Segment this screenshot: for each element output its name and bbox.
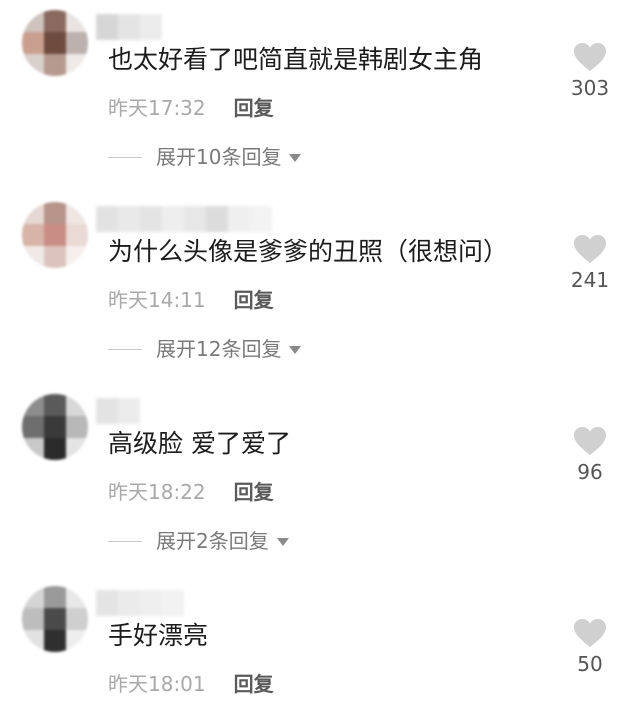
username-blurred[interactable] (96, 206, 272, 232)
like-count: 303 (570, 76, 610, 100)
expand-replies-label: 展开2条回复 (156, 529, 269, 553)
like-button[interactable]: 50 (565, 618, 615, 676)
avatar[interactable] (22, 586, 88, 652)
like-count: 96 (577, 460, 603, 484)
reply-button[interactable]: 回复 (234, 288, 274, 312)
username-blurred[interactable] (96, 398, 140, 424)
comment-text: 高级脸 爱了爱了 (108, 429, 291, 458)
reply-button[interactable]: 回复 (234, 480, 274, 504)
like-button[interactable]: 241 (565, 234, 615, 292)
username-blurred[interactable] (96, 590, 184, 616)
comment-meta: 昨天17:32 回复 (108, 95, 274, 121)
comment-time: 昨天17:32 (108, 96, 206, 120)
comment-meta: 昨天18:22 回复 (108, 479, 274, 505)
like-count: 50 (577, 652, 603, 676)
avatar[interactable] (22, 202, 88, 268)
divider-line (108, 348, 142, 350)
chevron-down-icon (289, 154, 302, 162)
comment-time: 昨天14:11 (108, 288, 206, 312)
comment-time: 昨天18:01 (108, 672, 206, 696)
comment-meta: 昨天18:01 回复 (108, 671, 274, 697)
heart-icon (574, 235, 606, 263)
expand-replies-button[interactable]: 展开12条回复 (108, 336, 302, 362)
heart-icon (574, 427, 606, 455)
chevron-down-icon (276, 538, 289, 546)
avatar[interactable] (22, 394, 88, 460)
avatar[interactable] (22, 10, 88, 76)
divider-line (108, 156, 142, 158)
like-button[interactable]: 303 (565, 42, 615, 100)
like-button[interactable]: 96 (565, 426, 615, 484)
comment-meta: 昨天14:11 回复 (108, 287, 274, 313)
expand-replies-label: 展开12条回复 (156, 337, 282, 361)
expand-replies-button[interactable]: 展开2条回复 (108, 528, 289, 554)
comment-text: 手好漂亮 (108, 621, 209, 650)
heart-icon (574, 619, 606, 647)
like-count: 241 (570, 268, 610, 292)
comment-text: 为什么头像是爹爹的丑照（很想问） (108, 237, 509, 266)
comment-time: 昨天18:22 (108, 480, 206, 504)
expand-replies-label: 展开10条回复 (156, 145, 282, 169)
username-blurred[interactable] (96, 14, 162, 40)
divider-line (108, 540, 142, 542)
chevron-down-icon (289, 346, 302, 354)
reply-button[interactable]: 回复 (234, 96, 274, 120)
comment-text: 也太好看了吧简直就是韩剧女主角 (108, 45, 484, 74)
reply-button[interactable]: 回复 (234, 672, 274, 696)
expand-replies-button[interactable]: 展开10条回复 (108, 144, 302, 170)
heart-icon (574, 43, 606, 71)
